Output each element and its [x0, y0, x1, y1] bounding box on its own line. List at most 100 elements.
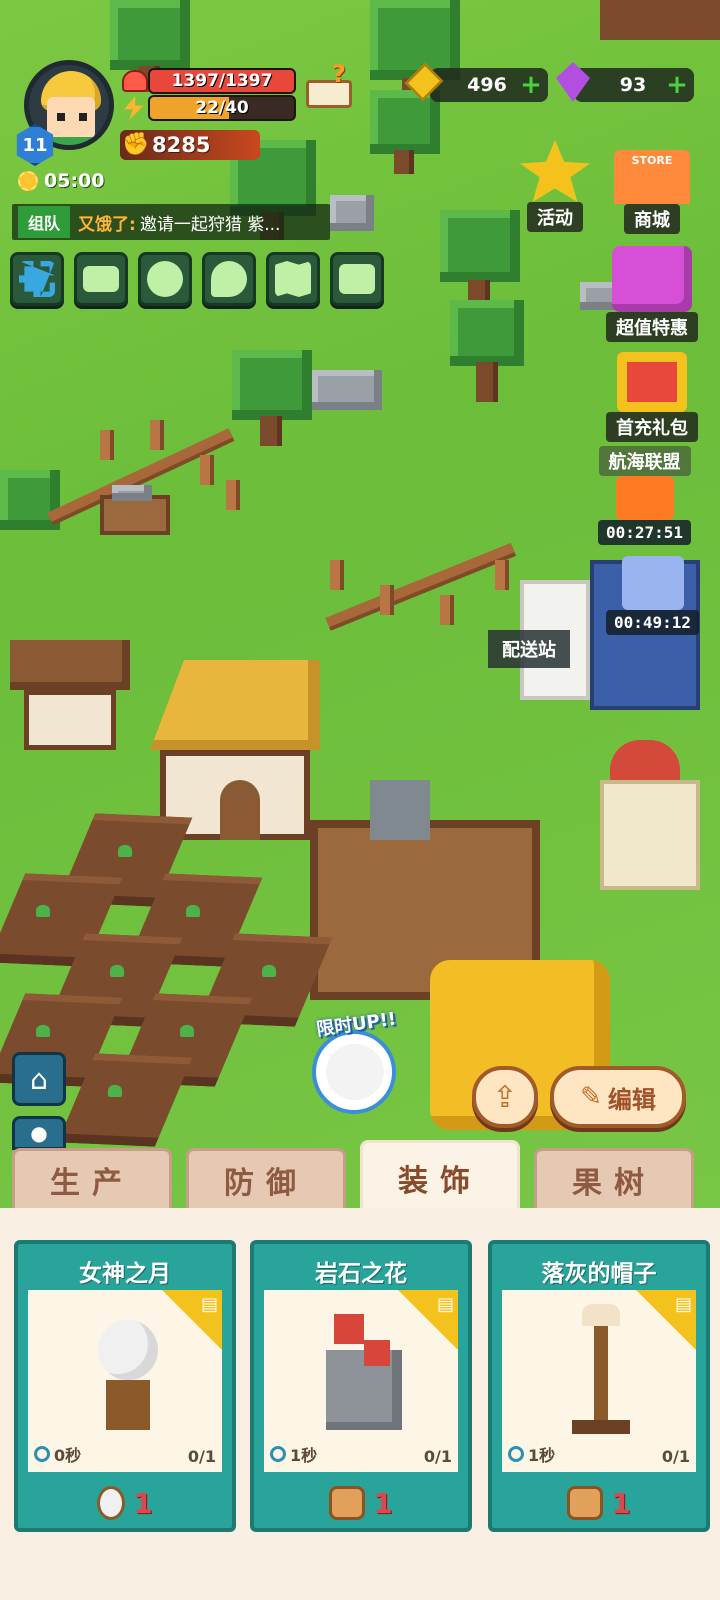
fence-post	[100, 430, 114, 460]
clock-time: 05:00	[44, 170, 105, 192]
item-card[interactable]: 岩石之花 ▤ 1秒 0/1 1	[250, 1240, 472, 1532]
windmill-building[interactable]	[600, 740, 720, 900]
fence-post	[330, 560, 344, 590]
map-button[interactable]	[266, 252, 320, 306]
tab-label: 防御	[224, 1165, 308, 1201]
player-avatar[interactable]: 11	[14, 60, 114, 166]
calendar-icon	[621, 556, 684, 610]
profile-card-button[interactable]	[330, 252, 384, 306]
rock	[330, 195, 374, 231]
special-offer-label: 超值特惠	[606, 312, 698, 342]
upload-box-icon: ⇪	[492, 1079, 518, 1115]
hat-stand-icon	[594, 1310, 608, 1430]
chat-bar[interactable]: 组队 又饿了: 邀请一起狩猎 紫...	[12, 204, 330, 240]
add-gold-button[interactable]: +	[520, 72, 542, 98]
build-time-value: 1秒	[528, 1446, 556, 1465]
item-preview: ▤ 1秒 0/1	[502, 1290, 696, 1472]
mail-icon	[83, 266, 119, 292]
cost-value: 1	[611, 1486, 631, 1520]
sprout	[108, 1085, 122, 1097]
moon-statue-icon	[98, 1320, 158, 1380]
first-recharge-label: 首充礼包	[606, 412, 698, 442]
build-time: 1秒	[508, 1442, 555, 1466]
build-time: 1秒	[270, 1442, 317, 1466]
combat-power: ✊ 8285	[120, 130, 260, 160]
tab-decoration[interactable]: 装饰	[360, 1140, 520, 1212]
gold-icon	[404, 62, 446, 104]
rock	[312, 370, 382, 410]
energy-bar: 22/40	[148, 95, 296, 121]
item-cost: 1	[254, 1486, 468, 1520]
shop-button[interactable]: STORE 商城	[614, 150, 690, 234]
item-name: 落灰的帽子	[541, 1261, 657, 1287]
sprout	[110, 965, 124, 977]
event-button-2[interactable]: 00:49:12	[606, 556, 700, 635]
red-gift-icon	[617, 352, 687, 412]
tab-label: 生产	[50, 1165, 134, 1201]
clock-icon	[270, 1446, 286, 1462]
gift-box-icon	[612, 246, 692, 312]
storage-button[interactable]: ⇪	[472, 1066, 538, 1128]
hp-text: 1397/1397	[171, 71, 273, 91]
item-card[interactable]: 女神之月 ▤ 0秒 0/1 1	[14, 1240, 236, 1532]
special-offer-button[interactable]: 超值特惠	[606, 246, 698, 342]
item-count: 0/1	[423, 1447, 452, 1466]
edit-button[interactable]: ✎ 编辑	[550, 1066, 686, 1128]
chat-button[interactable]	[202, 252, 256, 306]
add-gem-button[interactable]: +	[666, 72, 688, 98]
activity-button[interactable]: 活动	[520, 140, 590, 232]
chat-icon	[211, 261, 247, 297]
fullscreen-button[interactable]	[10, 252, 64, 306]
build-time-value: 1秒	[290, 1446, 318, 1465]
alliance-label: 航海联盟	[598, 446, 691, 476]
first-recharge-button[interactable]: 首充礼包	[606, 352, 698, 442]
sprout	[118, 845, 132, 857]
item-card[interactable]: 落灰的帽子 ▤ 1秒 0/1 1	[488, 1240, 710, 1532]
fence-post	[380, 585, 394, 615]
item-cost: 1	[18, 1486, 232, 1520]
limited-time-promo[interactable]: 限时UP!!	[312, 1009, 408, 1120]
gem-icon	[556, 62, 594, 102]
statue-base	[106, 1380, 150, 1430]
friends-button[interactable]	[138, 252, 192, 306]
build-time: 0秒	[34, 1442, 81, 1466]
chest-icon	[615, 476, 674, 520]
quest-book-button[interactable]: ?	[302, 60, 356, 112]
star-box-icon	[520, 140, 590, 202]
chicken-coop-building[interactable]	[10, 640, 130, 750]
stand-base	[572, 1420, 630, 1434]
item-name: 女神之月	[79, 1261, 171, 1287]
mail-button[interactable]	[74, 252, 128, 306]
sawmill-building[interactable]	[100, 485, 170, 555]
energy-text: 22/40	[195, 98, 249, 118]
delivery-station-label[interactable]: 配送站	[488, 630, 570, 668]
tab-production[interactable]: 生产	[12, 1148, 172, 1208]
edit-label: 编辑	[607, 1085, 656, 1114]
home-icon: ⌂	[30, 1062, 48, 1096]
chat-message: 邀请一起狩猎 紫...	[139, 214, 281, 235]
hat	[582, 1304, 620, 1326]
fence-post	[200, 455, 214, 485]
cost-value: 1	[133, 1486, 153, 1520]
tab-label: 装饰	[398, 1163, 482, 1199]
map-icon	[275, 261, 311, 297]
item-cost: 1	[492, 1486, 706, 1520]
home-button[interactable]: ⌂	[12, 1052, 66, 1106]
gold-counter: 496 +	[430, 68, 548, 102]
alliance-button[interactable]: 航海联盟 00:27:51	[598, 446, 692, 545]
edit-icon: ✎	[580, 1082, 602, 1112]
chat-sender: 又饿了:	[78, 214, 136, 235]
sprout	[36, 1025, 50, 1037]
tab-label: 果树	[572, 1165, 656, 1201]
panda-icon	[326, 1044, 384, 1100]
tab-fruit-trees[interactable]: 果树	[534, 1148, 694, 1208]
item-preview: ▤ 0秒 0/1	[28, 1290, 222, 1472]
tab-defense[interactable]: 防御	[186, 1148, 346, 1208]
item-preview: ▤ 1秒 0/1	[264, 1290, 458, 1472]
clock-icon	[34, 1446, 50, 1462]
item-count: 0/1	[661, 1447, 690, 1466]
chat-channel-tag: 组队	[18, 206, 71, 238]
flower	[364, 1340, 390, 1366]
sprout	[262, 965, 276, 977]
gem-value: 93	[619, 74, 647, 96]
